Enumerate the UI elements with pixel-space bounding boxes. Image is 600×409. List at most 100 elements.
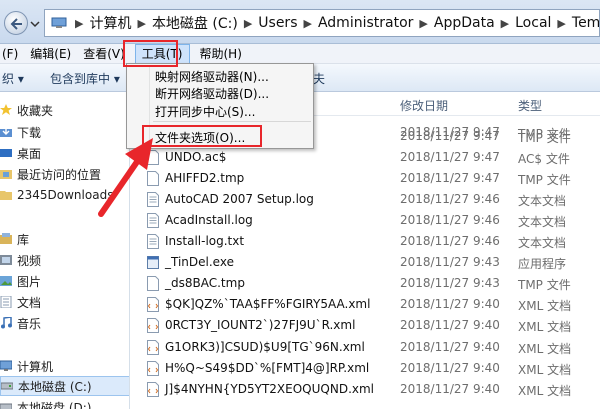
- menu-help[interactable]: 帮助(H): [194, 44, 248, 64]
- download-folder-icon: [0, 126, 13, 138]
- file-row[interactable]: J]$4NYHN{YD5YT2XEOQUQND.xml 2018/11/27 9…: [131, 379, 600, 400]
- file-icon: [147, 276, 159, 291]
- column-modified-date[interactable]: 修改日期: [400, 97, 448, 114]
- file-type: TMP 文件: [518, 278, 571, 292]
- file-row[interactable]: UNDO.ac$ 2018/11/27 9:47 AC$ 文件: [131, 147, 600, 168]
- file-type: 应用程序: [518, 257, 567, 271]
- file-name: _TinDel.exe: [165, 255, 234, 269]
- nav-music[interactable]: 音乐: [0, 313, 129, 333]
- breadcrumb-separator[interactable]: ▶: [304, 17, 312, 30]
- file-name: _ds8BAC.tmp: [165, 276, 245, 290]
- file-date: 2018/11/27 9:43: [400, 276, 500, 290]
- file-name: 0RCT3Y_IOUNT2`)27FJ9U`R.xml: [165, 318, 356, 332]
- nav-videos[interactable]: 视频: [0, 250, 129, 270]
- breadcrumb-local[interactable]: Local: [515, 15, 551, 31]
- back-arrow-icon: [10, 18, 22, 30]
- video-icon: [0, 254, 13, 266]
- file-date: 2018/11/27 9:47: [400, 129, 500, 143]
- file-type: 文本文档: [518, 215, 567, 229]
- file-type: AC$ 文件: [518, 152, 570, 166]
- breadcrumb-separator[interactable]: ▶: [557, 17, 565, 30]
- file-type: TMP 文件: [518, 131, 571, 145]
- nav-buttons: [4, 11, 42, 35]
- nav-local-disk-c[interactable]: 本地磁盘 (C:): [0, 376, 129, 396]
- file-type: XML 文档: [518, 299, 572, 313]
- menu-bar: (F) 编辑(E) 查看(V) 工具(T) 帮助(H): [0, 43, 600, 64]
- breadcrumb-temp[interactable]: Temp: [572, 15, 599, 31]
- breadcrumb-administrator[interactable]: Administrator: [318, 15, 413, 31]
- drive-icon: [0, 401, 13, 409]
- address-path[interactable]: ▶ 计算机 ▶ 本地磁盘 (C:) ▶ Users ▶ Administrato…: [44, 9, 600, 37]
- file-type: XML 文档: [518, 384, 572, 398]
- menu-file[interactable]: (F): [0, 44, 24, 64]
- back-button[interactable]: [4, 11, 28, 35]
- menu-item-disconnect-network-drive[interactable]: 断开网络驱动器(D)...: [155, 85, 269, 102]
- nav-computer[interactable]: 计算机: [0, 356, 129, 376]
- file-type: XML 文档: [518, 342, 572, 356]
- nav-documents[interactable]: 文档: [0, 292, 129, 312]
- file-type: TMP 文件: [518, 173, 571, 187]
- file-row[interactable]: _TinDel.exe 2018/11/27 9:43 应用程序: [131, 252, 600, 273]
- file-row[interactable]: AutoCAD 2007 Setup.log 2018/11/27 9:46 文…: [131, 189, 600, 210]
- share-button[interactable]: 夫: [313, 70, 325, 87]
- file-date: 2018/11/27 9:40: [400, 361, 500, 375]
- file-row[interactable]: AHIFFD2.tmp 2018/11/27 9:47 TMP 文件: [131, 168, 600, 189]
- nav-label: 收藏夹: [17, 103, 54, 118]
- file-date: 2018/11/27 9:47: [400, 171, 500, 185]
- menu-separator: [153, 121, 311, 122]
- file-name: $QK]QZ%`TAA$FF%FGIRY5AA.xml: [165, 297, 371, 311]
- file-row[interactable]: 0RCT3Y_IOUNT2`)27FJ9U`R.xml 2018/11/27 9…: [131, 315, 600, 336]
- file-date: 2018/11/27 9:46: [400, 213, 500, 227]
- breadcrumb-separator[interactable]: ▶: [244, 17, 252, 30]
- xml-file-icon: [147, 297, 159, 312]
- nav-label: 计算机: [17, 359, 54, 374]
- file-row[interactable]: _ds8BAC.tmp 2018/11/27 9:43 TMP 文件: [131, 273, 600, 294]
- file-name: AHIFFD2.tmp: [165, 171, 245, 185]
- include-in-library-button[interactable]: 包含到库中 ▾: [50, 70, 120, 87]
- breadcrumb-appdata[interactable]: AppData: [434, 15, 495, 31]
- breadcrumb-separator[interactable]: ▶: [137, 17, 145, 30]
- breadcrumb-users[interactable]: Users: [258, 15, 297, 31]
- music-icon: [0, 316, 13, 329]
- nav-label: 最近访问的位置: [17, 167, 102, 182]
- file-date: 2018/11/27 9:40: [400, 318, 500, 332]
- breadcrumb-separator[interactable]: ▶: [419, 17, 427, 30]
- file-date: 2018/11/27 9:40: [400, 340, 500, 354]
- address-bar: ▶ 计算机 ▶ 本地磁盘 (C:) ▶ Users ▶ Administrato…: [0, 0, 600, 44]
- nav-label: 文档: [17, 295, 42, 310]
- column-type[interactable]: 类型: [518, 97, 542, 114]
- nav-local-disk-d[interactable]: 本地磁盘 (D:): [0, 397, 129, 409]
- history-dropdown-icon[interactable]: [30, 19, 40, 29]
- file-date: 2018/11/27 9:47: [400, 150, 500, 164]
- breadcrumb-separator[interactable]: ▶: [501, 17, 509, 30]
- file-name: AutoCAD 2007 Setup.log: [165, 192, 314, 206]
- menu-item-map-network-drive[interactable]: 映射网络驱动器(N)...: [155, 68, 269, 85]
- breadcrumb-computer[interactable]: 计算机: [89, 13, 131, 33]
- xml-file-icon: [147, 382, 159, 397]
- xml-file-icon: [147, 340, 159, 355]
- drive-icon: [0, 380, 14, 392]
- nav-favorites[interactable]: 收藏夹: [0, 100, 129, 120]
- file-row[interactable]: $QK]QZ%`TAA$FF%FGIRY5AA.xml 2018/11/27 9…: [131, 294, 600, 315]
- file-row[interactable]: G1ORK3)]CSUD)$U9[TG`96N.xml 2018/11/27 9…: [131, 337, 600, 358]
- xml-file-icon: [147, 361, 159, 376]
- menu-item-open-sync-center[interactable]: 打开同步中心(S)...: [155, 103, 255, 120]
- breadcrumb-local-disk[interactable]: 本地磁盘 (C:): [152, 13, 238, 33]
- file-date: 2018/11/27 9:43: [400, 255, 500, 269]
- menu-edit[interactable]: 编辑(E): [24, 44, 77, 64]
- nav-label: 库: [17, 232, 30, 247]
- tools-menu-highlight: [123, 40, 178, 67]
- file-name: AcadInstall.log: [165, 213, 253, 227]
- nav-label: 音乐: [17, 316, 42, 331]
- file-row[interactable]: Install-log.txt 2018/11/27 9:46 文本文档: [131, 231, 600, 252]
- file-name: Install-log.txt: [165, 234, 245, 248]
- nav-pictures[interactable]: 图片: [0, 271, 129, 291]
- file-row[interactable]: H%Q~S49$DD`%[FMT]4@]RP.xml 2018/11/27 9:…: [131, 358, 600, 379]
- nav-libraries[interactable]: 库: [0, 229, 129, 249]
- breadcrumb-separator[interactable]: ▶: [75, 17, 83, 30]
- file-row[interactable]: AcadInstall.log 2018/11/27 9:46 文本文档: [131, 210, 600, 231]
- text-file-icon: [147, 234, 159, 249]
- file-type: XML 文档: [518, 320, 572, 334]
- file-name: G1ORK3)]CSUD)$U9[TG`96N.xml: [165, 340, 365, 354]
- organize-button[interactable]: 织 ▾: [2, 70, 24, 87]
